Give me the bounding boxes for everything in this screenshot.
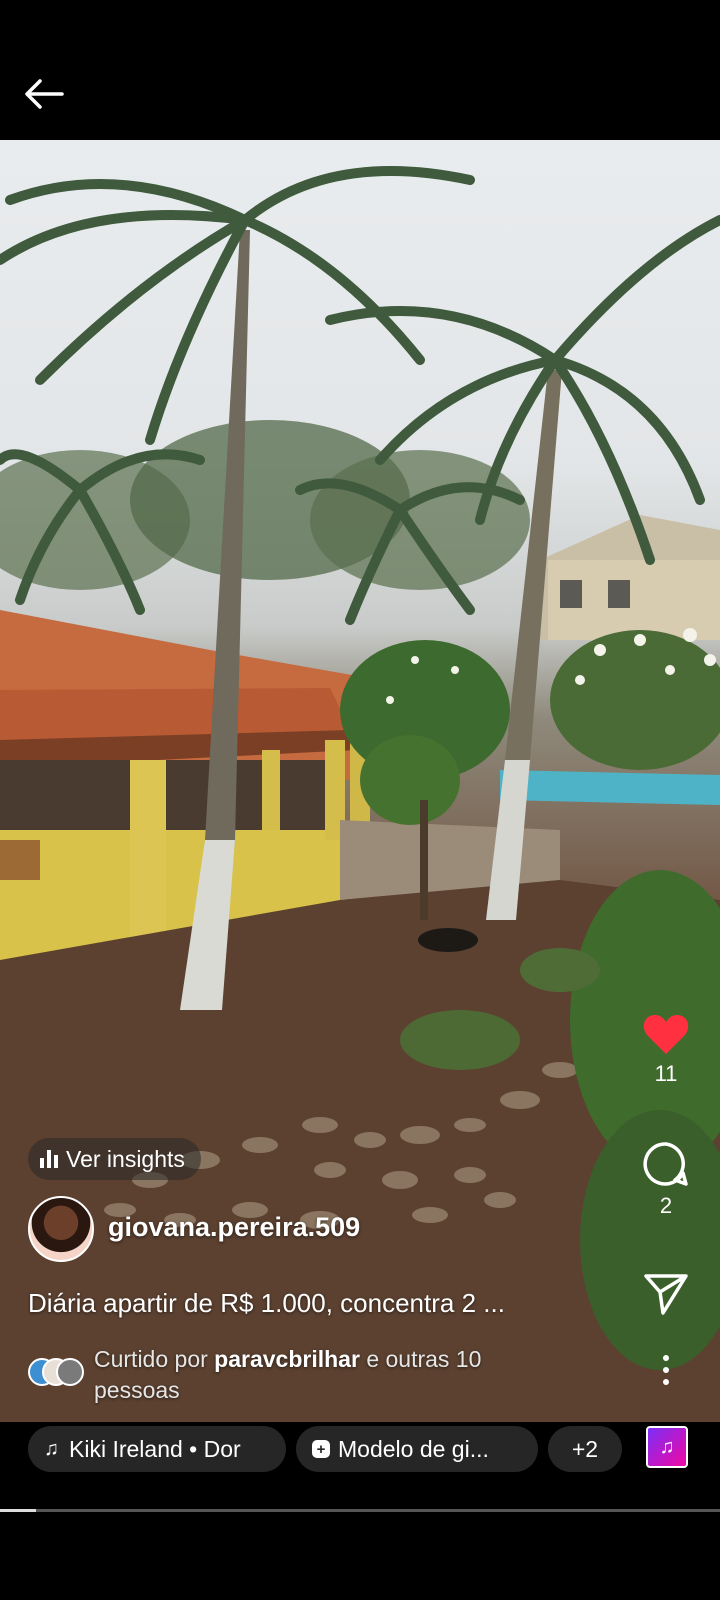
- heart-icon: [643, 1015, 689, 1054]
- template-chip-label: Modelo de gi...: [338, 1435, 489, 1462]
- liker-avatar: [56, 1358, 84, 1386]
- send-icon: [644, 1274, 688, 1315]
- liked-by-avatars[interactable]: [28, 1358, 84, 1386]
- liked-user[interactable]: paravcbrilhar: [214, 1346, 360, 1372]
- more-vertical-icon: [663, 1355, 669, 1385]
- back-button[interactable]: [22, 76, 70, 116]
- template-icon: +: [312, 1440, 330, 1458]
- comment-button[interactable]: 2: [636, 1140, 696, 1219]
- music-note-icon: ♫: [659, 1435, 675, 1458]
- arrow-left-icon: [25, 79, 64, 109]
- liked-prefix: Curtido por: [94, 1346, 208, 1372]
- more-chips-button[interactable]: +2: [548, 1426, 622, 1472]
- like-count: 11: [654, 1061, 678, 1086]
- comment-count: 2: [659, 1193, 673, 1218]
- more-options-button[interactable]: [636, 1354, 696, 1391]
- audio-page-button[interactable]: ♫: [646, 1426, 688, 1468]
- liked-by-text[interactable]: Curtido por paravcbrilhar e outras 10 pe…: [94, 1344, 554, 1406]
- video-progress-track[interactable]: [0, 1509, 720, 1512]
- music-chip-label: Kiki Ireland • Dor: [69, 1435, 241, 1462]
- template-chip[interactable]: + Modelo de gi...: [296, 1426, 538, 1472]
- avatar[interactable]: [28, 1196, 94, 1262]
- top-bar: [0, 0, 720, 140]
- view-insights-button[interactable]: Ver insights: [28, 1138, 201, 1180]
- caption[interactable]: Diária apartir de R$ 1.000, concentra 2 …: [28, 1288, 618, 1319]
- username[interactable]: giovana.pereira.509: [108, 1212, 360, 1243]
- share-button[interactable]: [636, 1272, 696, 1321]
- music-note-icon: ♫: [44, 1437, 59, 1460]
- more-chips-label: +2: [571, 1435, 599, 1462]
- bar-chart-icon: [40, 1150, 58, 1168]
- insights-label: Ver insights: [66, 1145, 185, 1172]
- video-progress-fill: [0, 1509, 36, 1512]
- like-button[interactable]: 11: [636, 1012, 696, 1087]
- music-chip[interactable]: ♫ Kiki Ireland • Dor: [28, 1426, 286, 1472]
- comment-icon: [643, 1142, 688, 1186]
